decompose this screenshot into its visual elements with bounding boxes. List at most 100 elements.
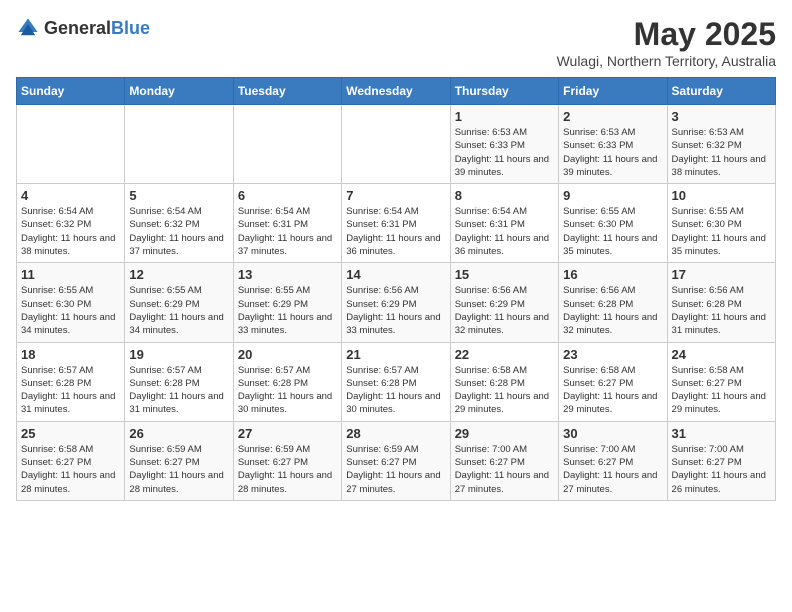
day-cell (17, 105, 125, 184)
day-number: 26 (129, 426, 228, 441)
header-row: SundayMondayTuesdayWednesdayThursdayFrid… (17, 78, 776, 105)
day-cell: 23 Sunrise: 6:58 AMSunset: 6:27 PMDayligh… (559, 342, 667, 421)
week-row-2: 11 Sunrise: 6:55 AMSunset: 6:30 PMDayligh… (17, 263, 776, 342)
day-info: Sunrise: 7:00 AMSunset: 6:27 PMDaylight:… (672, 443, 771, 496)
day-cell: 26 Sunrise: 6:59 AMSunset: 6:27 PMDayligh… (125, 421, 233, 500)
day-info: Sunrise: 6:59 AMSunset: 6:27 PMDaylight:… (346, 443, 445, 496)
header-day-saturday: Saturday (667, 78, 775, 105)
calendar-table: SundayMondayTuesdayWednesdayThursdayFrid… (16, 77, 776, 501)
day-number: 4 (21, 188, 120, 203)
day-info: Sunrise: 7:00 AMSunset: 6:27 PMDaylight:… (455, 443, 554, 496)
day-number: 3 (672, 109, 771, 124)
day-cell: 17 Sunrise: 6:56 AMSunset: 6:28 PMDayligh… (667, 263, 775, 342)
logo: GeneralBlue (16, 16, 150, 40)
day-number: 9 (563, 188, 662, 203)
day-number: 19 (129, 347, 228, 362)
day-number: 1 (455, 109, 554, 124)
day-number: 11 (21, 267, 120, 282)
day-number: 27 (238, 426, 337, 441)
day-info: Sunrise: 6:55 AMSunset: 6:30 PMDaylight:… (563, 205, 662, 258)
header-day-friday: Friday (559, 78, 667, 105)
day-number: 17 (672, 267, 771, 282)
day-info: Sunrise: 6:57 AMSunset: 6:28 PMDaylight:… (129, 364, 228, 417)
day-info: Sunrise: 6:54 AMSunset: 6:31 PMDaylight:… (455, 205, 554, 258)
calendar-body: 1 Sunrise: 6:53 AMSunset: 6:33 PMDaylight… (17, 105, 776, 501)
logo-icon (16, 16, 40, 40)
page-subtitle: Wulagi, Northern Territory, Australia (557, 53, 776, 69)
header-day-wednesday: Wednesday (342, 78, 450, 105)
day-info: Sunrise: 6:58 AMSunset: 6:27 PMDaylight:… (563, 364, 662, 417)
day-number: 31 (672, 426, 771, 441)
day-cell: 1 Sunrise: 6:53 AMSunset: 6:33 PMDaylight… (450, 105, 558, 184)
day-number: 28 (346, 426, 445, 441)
day-cell: 7Sunrise: 6:54 AMSunset: 6:31 PMDaylight… (342, 184, 450, 263)
day-cell (125, 105, 233, 184)
day-info: Sunrise: 6:55 AMSunset: 6:29 PMDaylight:… (129, 284, 228, 337)
day-cell (342, 105, 450, 184)
day-number: 20 (238, 347, 337, 362)
logo-blue: Blue (111, 18, 150, 38)
day-cell: 30Sunrise: 7:00 AMSunset: 6:27 PMDayligh… (559, 421, 667, 500)
day-info: Sunrise: 6:57 AMSunset: 6:28 PMDaylight:… (346, 364, 445, 417)
title-block: May 2025 Wulagi, Northern Territory, Aus… (557, 16, 776, 69)
day-cell: 9 Sunrise: 6:55 AMSunset: 6:30 PMDaylight… (559, 184, 667, 263)
day-cell: 5Sunrise: 6:54 AMSunset: 6:32 PMDaylight… (125, 184, 233, 263)
day-number: 24 (672, 347, 771, 362)
day-info: Sunrise: 6:59 AMSunset: 6:27 PMDaylight:… (129, 443, 228, 496)
day-cell: 18 Sunrise: 6:57 AMSunset: 6:28 PMDayligh… (17, 342, 125, 421)
day-info: Sunrise: 6:56 AMSunset: 6:29 PMDaylight:… (346, 284, 445, 337)
header-day-monday: Monday (125, 78, 233, 105)
day-info: Sunrise: 6:58 AMSunset: 6:28 PMDaylight:… (455, 364, 554, 417)
day-cell: 8 Sunrise: 6:54 AMSunset: 6:31 PMDaylight… (450, 184, 558, 263)
day-info: Sunrise: 6:55 AMSunset: 6:29 PMDaylight:… (238, 284, 337, 337)
day-info: Sunrise: 6:54 AMSunset: 6:32 PMDaylight:… (21, 205, 120, 258)
day-info: Sunrise: 6:56 AMSunset: 6:28 PMDaylight:… (672, 284, 771, 337)
day-number: 15 (455, 267, 554, 282)
day-info: Sunrise: 6:54 AMSunset: 6:32 PMDaylight:… (129, 205, 228, 258)
day-info: Sunrise: 6:58 AMSunset: 6:27 PMDaylight:… (21, 443, 120, 496)
day-cell: 6Sunrise: 6:54 AMSunset: 6:31 PMDaylight… (233, 184, 341, 263)
day-info: Sunrise: 6:53 AMSunset: 6:32 PMDaylight:… (672, 126, 771, 179)
day-number: 30 (563, 426, 662, 441)
day-number: 8 (455, 188, 554, 203)
week-row-3: 18 Sunrise: 6:57 AMSunset: 6:28 PMDayligh… (17, 342, 776, 421)
day-cell: 16Sunrise: 6:56 AMSunset: 6:28 PMDayligh… (559, 263, 667, 342)
day-number: 16 (563, 267, 662, 282)
day-info: Sunrise: 6:55 AMSunset: 6:30 PMDaylight:… (21, 284, 120, 337)
header-day-sunday: Sunday (17, 78, 125, 105)
day-info: Sunrise: 6:53 AMSunset: 6:33 PMDaylight:… (455, 126, 554, 179)
day-cell: 19 Sunrise: 6:57 AMSunset: 6:28 PMDayligh… (125, 342, 233, 421)
day-number: 25 (21, 426, 120, 441)
day-info: Sunrise: 6:59 AMSunset: 6:27 PMDaylight:… (238, 443, 337, 496)
day-cell: 14Sunrise: 6:56 AMSunset: 6:29 PMDayligh… (342, 263, 450, 342)
day-number: 22 (455, 347, 554, 362)
week-row-1: 4 Sunrise: 6:54 AMSunset: 6:32 PMDaylight… (17, 184, 776, 263)
day-cell: 20 Sunrise: 6:57 AMSunset: 6:28 PMDayligh… (233, 342, 341, 421)
page-title: May 2025 (557, 16, 776, 53)
day-info: Sunrise: 6:55 AMSunset: 6:30 PMDaylight:… (672, 205, 771, 258)
page-header: GeneralBlue May 2025 Wulagi, Northern Te… (16, 16, 776, 69)
day-cell: 11 Sunrise: 6:55 AMSunset: 6:30 PMDayligh… (17, 263, 125, 342)
day-info: Sunrise: 6:56 AMSunset: 6:29 PMDaylight:… (455, 284, 554, 337)
day-cell: 4 Sunrise: 6:54 AMSunset: 6:32 PMDaylight… (17, 184, 125, 263)
day-cell: 13 Sunrise: 6:55 AMSunset: 6:29 PMDayligh… (233, 263, 341, 342)
logo-general: General (44, 18, 111, 38)
header-day-thursday: Thursday (450, 78, 558, 105)
day-number: 23 (563, 347, 662, 362)
day-info: Sunrise: 6:57 AMSunset: 6:28 PMDaylight:… (21, 364, 120, 417)
day-number: 18 (21, 347, 120, 362)
day-cell: 24Sunrise: 6:58 AMSunset: 6:27 PMDayligh… (667, 342, 775, 421)
calendar-header: SundayMondayTuesdayWednesdayThursdayFrid… (17, 78, 776, 105)
day-cell: 3 Sunrise: 6:53 AMSunset: 6:32 PMDaylight… (667, 105, 775, 184)
header-day-tuesday: Tuesday (233, 78, 341, 105)
day-number: 13 (238, 267, 337, 282)
day-info: Sunrise: 6:57 AMSunset: 6:28 PMDaylight:… (238, 364, 337, 417)
day-number: 10 (672, 188, 771, 203)
day-cell: 22 Sunrise: 6:58 AMSunset: 6:28 PMDayligh… (450, 342, 558, 421)
day-number: 21 (346, 347, 445, 362)
day-info: Sunrise: 6:54 AMSunset: 6:31 PMDaylight:… (238, 205, 337, 258)
day-cell: 21 Sunrise: 6:57 AMSunset: 6:28 PMDayligh… (342, 342, 450, 421)
day-cell: 15 Sunrise: 6:56 AMSunset: 6:29 PMDayligh… (450, 263, 558, 342)
day-cell: 25 Sunrise: 6:58 AMSunset: 6:27 PMDayligh… (17, 421, 125, 500)
week-row-0: 1 Sunrise: 6:53 AMSunset: 6:33 PMDaylight… (17, 105, 776, 184)
